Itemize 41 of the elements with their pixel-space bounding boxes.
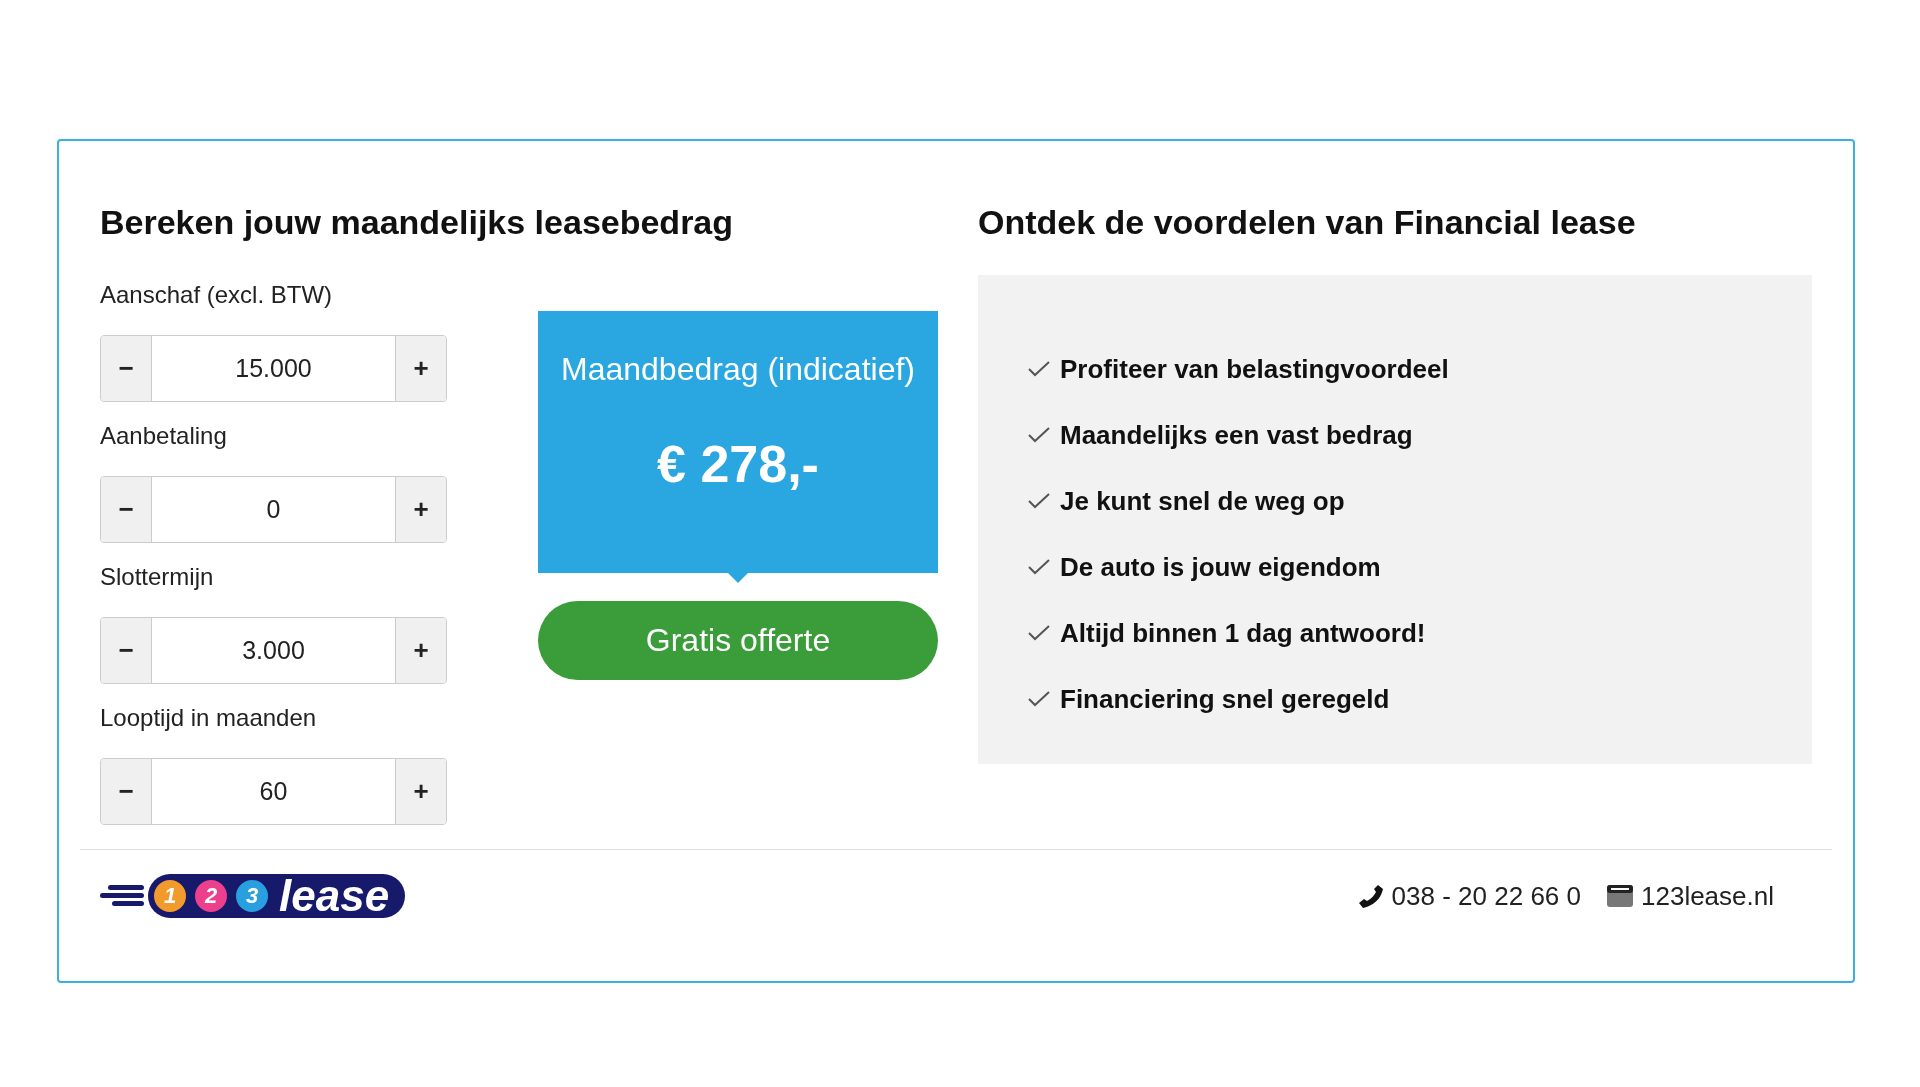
checkmark-icon [1028,361,1050,377]
decrement-button[interactable]: − [101,477,151,542]
website-link[interactable]: 123lease.nl [1641,880,1774,912]
increment-button[interactable]: + [396,336,446,401]
field-label: Aanbetaling [100,421,228,451]
field-label: Aanschaf (excl. BTW) [100,280,334,310]
increment-button[interactable]: + [396,618,446,683]
checkmark-icon [1028,493,1050,509]
number-input[interactable]: 3.000 [151,618,396,683]
benefits-title: Ontdek de voordelen van Financial lease [978,202,1637,243]
checkmark-icon [1028,625,1050,641]
field-label: Looptijd in maanden [100,703,318,733]
benefit-text: Je kunt snel de weg op [1060,485,1345,517]
brand-logo: 1 2 3 lease [100,874,406,918]
benefit-text: Financiering snel geregeld [1060,683,1390,715]
benefit-text: Altijd binnen 1 dag antwoord! [1060,617,1426,649]
number-stepper[interactable]: − 15.000 + [100,335,447,402]
browser-window-icon [1607,885,1633,907]
decrement-button[interactable]: − [101,618,151,683]
increment-button[interactable]: + [396,477,446,542]
number-input[interactable]: 15.000 [151,336,396,401]
benefit-text: Profiteer van belastingvoordeel [1060,353,1449,385]
phone-number: 038 - 20 22 66 0 [1391,880,1581,912]
number-stepper[interactable]: − 0 + [100,476,447,543]
checkmark-icon [1028,427,1050,443]
number-stepper[interactable]: − 60 + [100,758,447,825]
increment-button[interactable]: + [396,759,446,824]
checkmark-icon [1028,559,1050,575]
checkmark-icon [1028,691,1050,707]
phone-icon [1357,883,1384,909]
decrement-button[interactable]: − [101,759,151,824]
number-input[interactable]: 60 [151,759,396,824]
decrement-button[interactable]: − [101,336,151,401]
benefit-text: Maandelijks een vast bedrag [1060,419,1413,451]
number-input[interactable]: 0 [151,477,396,542]
result-label: Maandbedrag (indicatief) [561,351,915,388]
monthly-amount: € 278,- [657,434,819,494]
number-stepper[interactable]: − 3.000 + [100,617,447,684]
calculator-title: Bereken jouw maandelijks leasebedrag [100,202,735,243]
field-label: Slottermijn [100,562,215,592]
benefit-text: De auto is jouw eigendom [1060,551,1381,583]
